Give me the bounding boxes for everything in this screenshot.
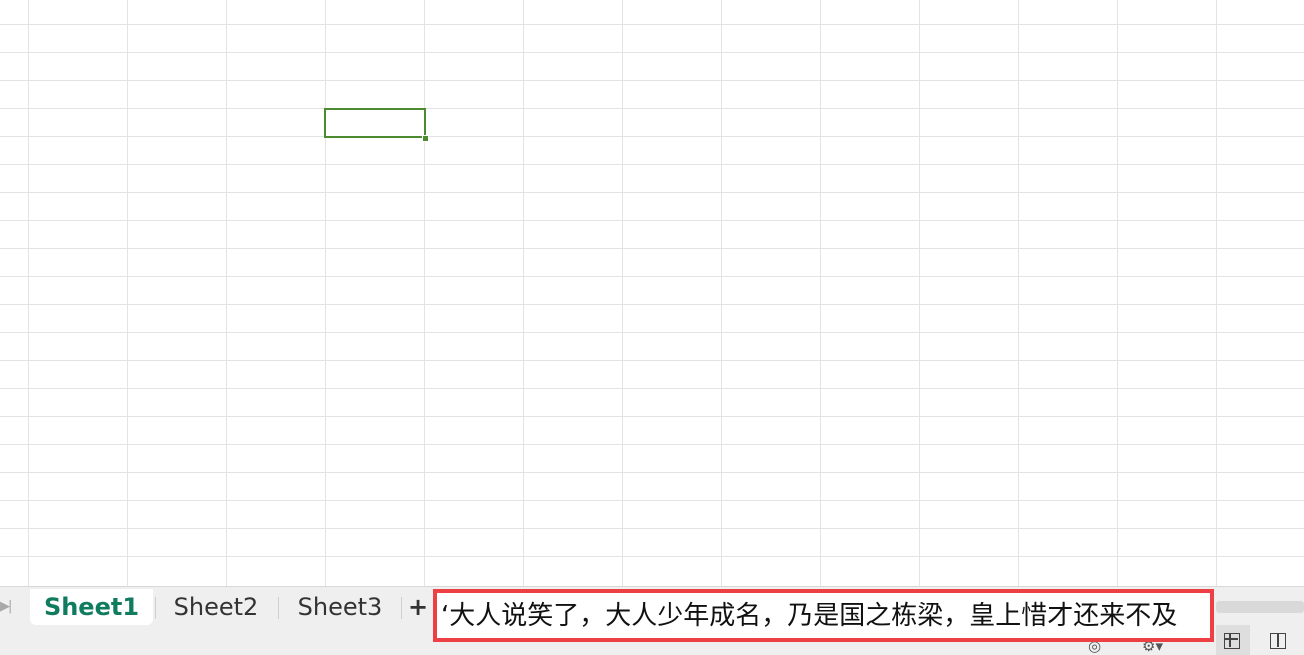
grid-row-line [0, 52, 1304, 53]
grid-row-line [0, 332, 1304, 333]
grid-column-line [28, 0, 29, 586]
grid-column-line [622, 0, 623, 586]
grid-column-line [721, 0, 722, 586]
tab-divider [401, 597, 402, 619]
page-layout-view-button[interactable] [1262, 625, 1296, 655]
tab-sheet1[interactable]: Sheet1 [30, 589, 153, 625]
sheet-tab-bar: ▶| Sheet1 Sheet2 Sheet3 + ◎ ⚙▾ ‘大人说笑了，大人… [0, 586, 1304, 655]
grid-column-line [226, 0, 227, 586]
grid-column-line [1117, 0, 1118, 586]
tab-divider [278, 597, 279, 619]
grid-row-line [0, 360, 1304, 361]
highlighted-text-callout: ‘大人说笑了，大人少年成名，乃是国之栋梁，皇上惜才还来不及 [433, 589, 1214, 642]
grid-row-line [0, 136, 1304, 137]
cell-grid[interactable] [0, 0, 1304, 586]
page-layout-view-icon [1270, 633, 1286, 649]
grid-row-line [0, 108, 1304, 109]
grid-row-line [0, 24, 1304, 25]
add-sheet-button[interactable]: + [405, 591, 431, 623]
grid-row-line [0, 500, 1304, 501]
grid-row-line [0, 80, 1304, 81]
grid-row-line [0, 528, 1304, 529]
grid-row-line [0, 472, 1304, 473]
horizontal-scrollbar[interactable] [1216, 601, 1304, 613]
tab-sheet2[interactable]: Sheet2 [157, 589, 275, 625]
normal-view-icon [1224, 633, 1240, 649]
grid-row-line [0, 556, 1304, 557]
grid-column-line [820, 0, 821, 586]
grid-column-line [424, 0, 425, 586]
fill-handle[interactable] [422, 135, 429, 142]
grid-row-line [0, 388, 1304, 389]
grid-column-line [127, 0, 128, 586]
callout-text: ‘大人说笑了，大人少年成名，乃是国之栋梁，皇上惜才还来不及 [441, 601, 1178, 631]
grid-row-line [0, 164, 1304, 165]
grid-row-line [0, 304, 1304, 305]
spreadsheet-app: ▶| Sheet1 Sheet2 Sheet3 + ◎ ⚙▾ ‘大人说笑了，大人… [0, 0, 1304, 655]
active-cell-selection[interactable] [324, 108, 426, 138]
grid-column-line [1216, 0, 1217, 586]
grid-column-line [523, 0, 524, 586]
normal-view-button[interactable] [1216, 625, 1250, 655]
nav-last-sheet-icon[interactable]: ▶| [0, 595, 18, 619]
grid-column-line [1018, 0, 1019, 586]
grid-column-line [919, 0, 920, 586]
tab-divider [155, 597, 156, 619]
grid-column-line [325, 0, 326, 586]
grid-row-line [0, 444, 1304, 445]
grid-row-line [0, 416, 1304, 417]
tab-sheet3[interactable]: Sheet3 [281, 589, 399, 625]
grid-row-line [0, 276, 1304, 277]
grid-row-line [0, 220, 1304, 221]
grid-row-line [0, 248, 1304, 249]
grid-row-line [0, 192, 1304, 193]
